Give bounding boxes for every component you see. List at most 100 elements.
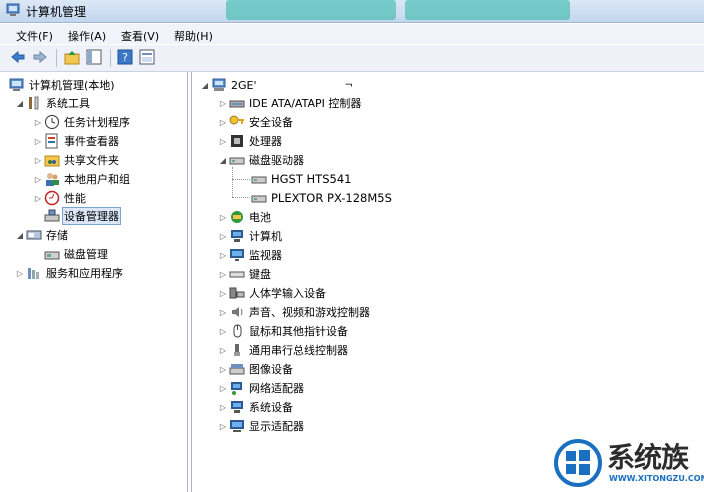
tree-item-shared-folders[interactable]: ▷ 共享文件夹 bbox=[33, 151, 121, 169]
expand-arrow-icon[interactable]: ▷ bbox=[218, 270, 228, 279]
storage-icon bbox=[26, 227, 42, 243]
toolbar-separator bbox=[110, 49, 111, 67]
category-label: 通用串行总线控制器 bbox=[249, 344, 348, 357]
collapse-arrow-icon[interactable]: ◢ bbox=[218, 156, 228, 165]
category-usb[interactable]: ▷ 通用串行总线控制器 bbox=[218, 341, 350, 359]
expand-arrow-icon[interactable]: ▷ bbox=[218, 99, 228, 108]
background-banner bbox=[226, 0, 396, 20]
toolbar: ? bbox=[0, 45, 704, 72]
expand-arrow-icon[interactable]: ▷ bbox=[33, 194, 43, 203]
tools-icon bbox=[26, 95, 42, 111]
up-folder-icon[interactable] bbox=[64, 49, 80, 65]
expand-arrow-icon[interactable]: ▷ bbox=[15, 269, 25, 278]
users-icon bbox=[44, 171, 60, 187]
tree-label: 磁盘管理 bbox=[64, 248, 108, 261]
expand-arrow-icon[interactable]: ▷ bbox=[33, 137, 43, 146]
expand-arrow-icon[interactable]: ▷ bbox=[33, 156, 43, 165]
disk-drive-icon bbox=[229, 152, 245, 168]
computer-icon bbox=[211, 77, 227, 93]
window-title: 计算机管理 bbox=[26, 5, 87, 19]
expand-arrow-icon[interactable]: ▷ bbox=[218, 232, 228, 241]
tree-item-local-users[interactable]: ▷ 本地用户和组 bbox=[33, 170, 132, 188]
key-icon bbox=[229, 114, 245, 130]
category-computer[interactable]: ▷ 计算机 bbox=[218, 227, 284, 245]
menu-help[interactable]: 帮助(H) bbox=[174, 28, 213, 44]
category-label: 图像设备 bbox=[249, 363, 293, 376]
category-label: 显示适配器 bbox=[249, 420, 304, 433]
tree-label: 性能 bbox=[64, 192, 86, 205]
collapse-arrow-icon[interactable]: ◢ bbox=[200, 81, 210, 90]
expand-arrow-icon[interactable]: ▷ bbox=[218, 308, 228, 317]
category-processor[interactable]: ▷ 处理器 bbox=[218, 132, 284, 150]
category-security[interactable]: ▷ 安全设备 bbox=[218, 113, 295, 131]
category-mouse[interactable]: ▷ 鼠标和其他指针设备 bbox=[218, 322, 350, 340]
category-hid[interactable]: ▷ 人体学输入设备 bbox=[218, 284, 328, 302]
category-label: 人体学输入设备 bbox=[249, 287, 326, 300]
speaker-icon bbox=[229, 304, 245, 320]
forward-arrow-icon[interactable] bbox=[32, 49, 48, 65]
expand-arrow-icon[interactable]: ▷ bbox=[218, 384, 228, 393]
menu-file[interactable]: 文件(F) bbox=[16, 28, 53, 44]
menu-view[interactable]: 查看(V) bbox=[121, 28, 159, 44]
watermark-logo: 系统族 WWW.XITONGZU.COM bbox=[553, 436, 704, 492]
expand-arrow-icon[interactable]: ▷ bbox=[218, 327, 228, 336]
device-root[interactable]: ◢ 2GE' ¬ bbox=[200, 76, 353, 94]
category-battery[interactable]: ▷ 电池 bbox=[218, 208, 273, 226]
category-label: 系统设备 bbox=[249, 401, 293, 414]
tree-item-performance[interactable]: ▷ 性能 bbox=[33, 189, 88, 207]
watermark-url: WWW.XITONGZU.COM bbox=[609, 474, 704, 483]
tree-item-event-viewer[interactable]: ▷ 事件查看器 bbox=[33, 132, 121, 150]
expand-arrow-icon[interactable]: ▷ bbox=[218, 346, 228, 355]
disk-label: HGST HTS541 bbox=[271, 172, 352, 186]
watermark-brand: 系统族 bbox=[607, 441, 689, 474]
expand-arrow-icon[interactable]: ▷ bbox=[33, 175, 43, 184]
back-arrow-icon[interactable] bbox=[10, 49, 26, 65]
properties-icon[interactable] bbox=[139, 49, 155, 65]
expand-arrow-icon[interactable]: ▷ bbox=[218, 118, 228, 127]
tree-item-task-scheduler[interactable]: ▷ 任务计划程序 bbox=[33, 113, 132, 131]
category-keyboard[interactable]: ▷ 键盘 bbox=[218, 265, 273, 283]
expand-arrow-icon[interactable]: ▷ bbox=[218, 403, 228, 412]
expand-arrow-icon[interactable]: ▷ bbox=[33, 118, 43, 127]
tree-item-system-tools[interactable]: ◢ 系统工具 bbox=[15, 94, 92, 112]
expand-arrow-icon[interactable]: ▷ bbox=[218, 365, 228, 374]
category-sound[interactable]: ▷ 声音、视频和游戏控制器 bbox=[218, 303, 372, 321]
tree-item-disk-management[interactable]: 磁盘管理 bbox=[43, 245, 110, 263]
collapse-arrow-icon[interactable]: ◢ bbox=[15, 99, 25, 108]
help-icon[interactable]: ? bbox=[117, 49, 133, 65]
disk-item[interactable]: PLEXTOR PX-128M5S bbox=[250, 189, 394, 207]
show-hide-tree-icon[interactable] bbox=[86, 49, 102, 65]
imaging-device-icon bbox=[229, 361, 245, 377]
expand-arrow-icon[interactable]: ▷ bbox=[218, 137, 228, 146]
category-system-devices[interactable]: ▷ 系统设备 bbox=[218, 398, 295, 416]
tree-label: 设备管理器 bbox=[62, 207, 121, 225]
category-imaging[interactable]: ▷ 图像设备 bbox=[218, 360, 295, 378]
category-ide[interactable]: ▷ IDE ATA/ATAPI 控制器 bbox=[218, 94, 363, 112]
expand-arrow-icon[interactable]: ▷ bbox=[218, 213, 228, 222]
expand-arrow-icon[interactable]: ▷ bbox=[218, 422, 228, 431]
navigation-tree: 计算机管理(本地) ◢ 系统工具 ▷ 任务计划程序 ▷ 事件查看器 ▷ 共享文件… bbox=[0, 72, 188, 492]
category-monitor[interactable]: ▷ 监视器 bbox=[218, 246, 284, 264]
category-label: 鼠标和其他指针设备 bbox=[249, 325, 348, 338]
menu-action[interactable]: 操作(A) bbox=[68, 28, 106, 44]
category-display[interactable]: ▷ 显示适配器 bbox=[218, 417, 306, 435]
tree-item-root[interactable]: 计算机管理(本地) bbox=[8, 76, 117, 94]
tree-item-services[interactable]: ▷ 服务和应用程序 bbox=[15, 264, 125, 282]
category-label: 安全设备 bbox=[249, 116, 293, 129]
services-icon bbox=[26, 265, 42, 281]
category-label: 处理器 bbox=[249, 135, 282, 148]
category-label: 键盘 bbox=[249, 268, 271, 281]
expand-arrow-icon[interactable]: ▷ bbox=[218, 251, 228, 260]
disk-drive-icon bbox=[251, 190, 267, 206]
tree-connector bbox=[232, 167, 233, 197]
processor-icon bbox=[229, 133, 245, 149]
category-network[interactable]: ▷ 网络适配器 bbox=[218, 379, 306, 397]
expand-arrow-icon[interactable]: ▷ bbox=[218, 289, 228, 298]
disk-item[interactable]: HGST HTS541 bbox=[250, 170, 353, 188]
keyboard-icon bbox=[229, 266, 245, 282]
shared-folder-icon bbox=[44, 152, 60, 168]
tree-item-device-manager[interactable]: 设备管理器 bbox=[43, 207, 121, 225]
usb-icon bbox=[229, 342, 245, 358]
collapse-arrow-icon[interactable]: ◢ bbox=[15, 231, 25, 240]
tree-item-storage[interactable]: ◢ 存储 bbox=[15, 226, 70, 244]
